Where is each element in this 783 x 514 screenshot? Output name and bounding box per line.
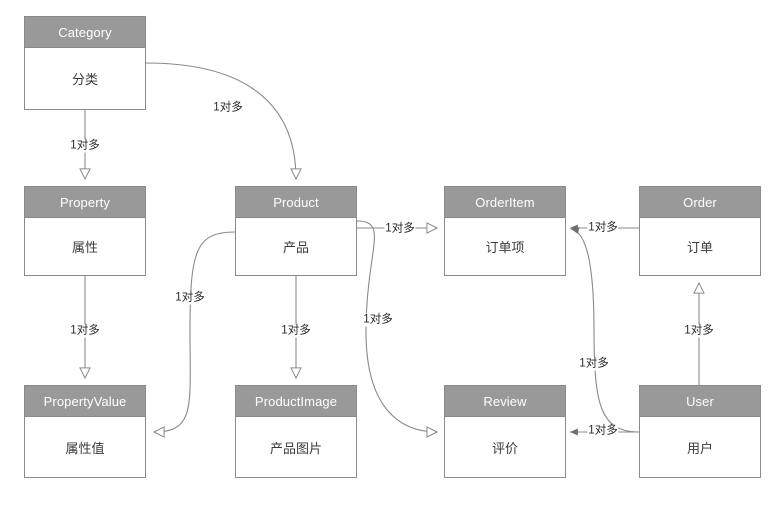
edge-label-product-review: 1对多 bbox=[362, 313, 394, 327]
entity-review-label: 评价 bbox=[445, 417, 565, 477]
entity-orderitem-label: 订单项 bbox=[445, 218, 565, 275]
edge-label-user-review: 1对多 bbox=[587, 424, 619, 438]
entity-category[interactable]: Category 分类 bbox=[24, 16, 146, 110]
entity-user-name: User bbox=[640, 386, 760, 417]
entity-orderitem[interactable]: OrderItem 订单项 bbox=[444, 186, 566, 276]
edge-label-user-orderitem: 1对多 bbox=[578, 357, 610, 371]
edge-label-property-propertyvalue: 1对多 bbox=[69, 324, 101, 338]
entity-user[interactable]: User 用户 bbox=[639, 385, 761, 478]
edge-label-product-propertyvalue: 1对多 bbox=[174, 291, 206, 305]
entity-category-name: Category bbox=[25, 17, 145, 48]
edge-product-propertyvalue bbox=[154, 231, 236, 432]
edge-label-product-productimage: 1对多 bbox=[280, 324, 312, 338]
entity-order-label: 订单 bbox=[640, 218, 760, 275]
entity-category-label: 分类 bbox=[25, 48, 145, 109]
entity-order[interactable]: Order 订单 bbox=[639, 186, 761, 276]
entity-property-name: Property bbox=[25, 187, 145, 218]
entity-propertyvalue[interactable]: PropertyValue 属性值 bbox=[24, 385, 146, 478]
entity-productimage-label: 产品图片 bbox=[236, 417, 356, 477]
entity-product-name: Product bbox=[236, 187, 356, 218]
entity-property[interactable]: Property 属性 bbox=[24, 186, 146, 276]
er-diagram-canvas: Category 分类 Property 属性 Product 产品 Order… bbox=[0, 0, 783, 514]
entity-propertyvalue-label: 属性值 bbox=[25, 417, 145, 477]
entity-user-label: 用户 bbox=[640, 417, 760, 477]
edge-user-orderitem bbox=[570, 227, 640, 433]
edge-label-category-product: 1对多 bbox=[212, 101, 244, 115]
edge-label-user-order: 1对多 bbox=[683, 324, 715, 338]
edge-label-product-orderitem: 1对多 bbox=[384, 222, 416, 236]
entity-property-label: 属性 bbox=[25, 218, 145, 275]
entity-productimage-name: ProductImage bbox=[236, 386, 356, 417]
edge-label-order-orderitem: 1对多 bbox=[587, 221, 619, 235]
entity-productimage[interactable]: ProductImage 产品图片 bbox=[235, 385, 357, 478]
edge-product-review bbox=[356, 220, 437, 432]
entity-review-name: Review bbox=[445, 386, 565, 417]
entity-product-label: 产品 bbox=[236, 218, 356, 275]
edge-label-category-property: 1对多 bbox=[69, 139, 101, 153]
entity-order-name: Order bbox=[640, 187, 760, 218]
entity-review[interactable]: Review 评价 bbox=[444, 385, 566, 478]
edge-category-product bbox=[145, 62, 296, 179]
entity-product[interactable]: Product 产品 bbox=[235, 186, 357, 276]
entity-propertyvalue-name: PropertyValue bbox=[25, 386, 145, 417]
entity-orderitem-name: OrderItem bbox=[445, 187, 565, 218]
